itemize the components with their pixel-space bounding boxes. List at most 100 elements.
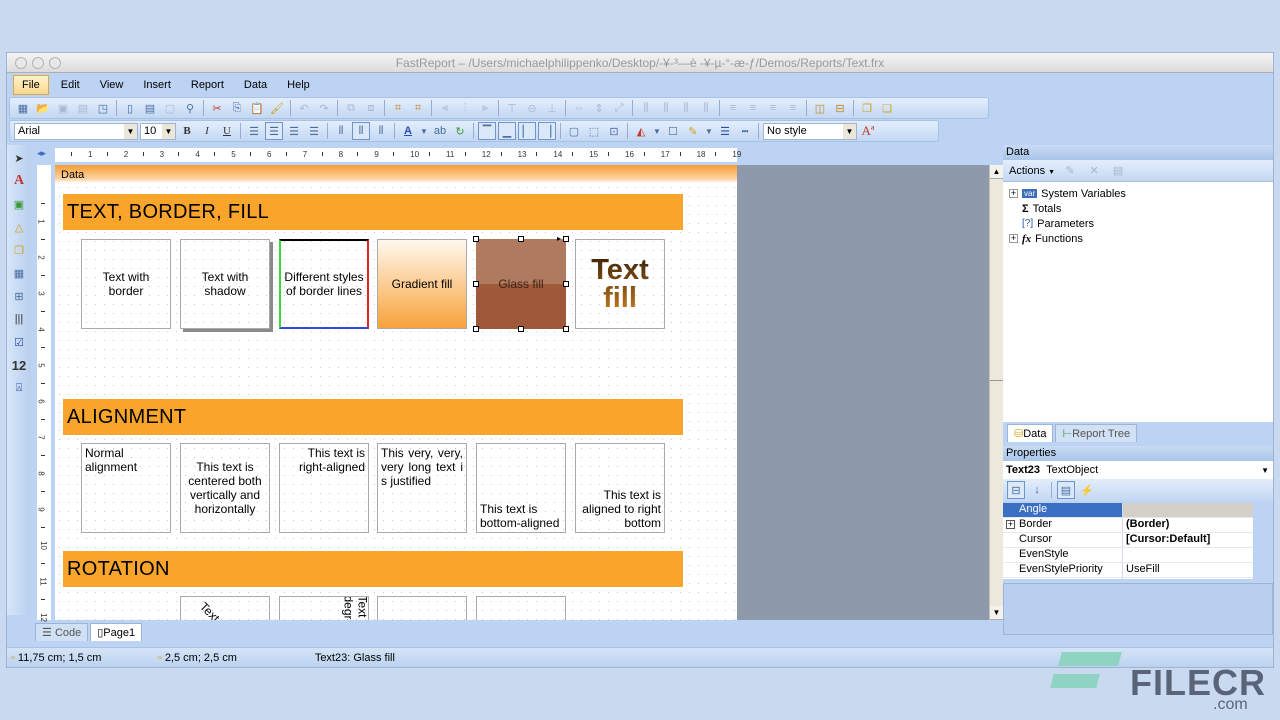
valign-center-icon[interactable]: ⦀ bbox=[352, 122, 370, 140]
right-bottom-alignment-box[interactable]: This text is aligned to right bottom bbox=[575, 443, 665, 533]
cut-icon[interactable]: ✂ bbox=[208, 99, 226, 117]
center-vertically-icon[interactable]: ⊟ bbox=[831, 99, 849, 117]
border-none-icon[interactable]: ⬚ bbox=[585, 122, 603, 140]
font-size-select[interactable]: 10 ▼ bbox=[140, 123, 176, 140]
property-row[interactable]: Angle bbox=[1003, 503, 1253, 518]
tab-data[interactable]: ⛁Data bbox=[1007, 424, 1053, 442]
table-object-icon[interactable]: ▦ bbox=[10, 264, 28, 282]
bold-button[interactable]: B bbox=[178, 122, 196, 140]
text-with-border-box[interactable]: Text with border bbox=[81, 239, 171, 329]
menu-edit[interactable]: Edit bbox=[53, 76, 88, 94]
normal-alignment-box[interactable]: Normal alignment bbox=[81, 443, 171, 533]
tab-page1[interactable]: ▯Page1 bbox=[90, 623, 142, 641]
menu-report[interactable]: Report bbox=[183, 76, 232, 94]
barcode-icon[interactable]: ||| bbox=[10, 310, 28, 328]
tree-node-system-variables[interactable]: + var System Variables bbox=[1009, 186, 1267, 201]
scroll-thumb[interactable] bbox=[990, 179, 1003, 381]
property-value[interactable] bbox=[1123, 503, 1253, 517]
border-editor-icon[interactable]: ⊡ bbox=[605, 122, 623, 140]
bring-to-front-icon[interactable]: ❐ bbox=[858, 99, 876, 117]
rotation-180-box[interactable]: Text rotation - 180 degrees bbox=[377, 596, 467, 620]
report-canvas[interactable]: Data TEXT, BORDER, FILL Text with border… bbox=[55, 165, 737, 620]
ruler-toggle-icon[interactable]: ◂▸ bbox=[37, 148, 46, 159]
gradient-fill-box[interactable]: Gradient fill bbox=[377, 239, 467, 329]
chevron-down-icon[interactable]: ▼ bbox=[652, 122, 662, 140]
section-header-rotation[interactable]: ROTATION bbox=[63, 551, 683, 587]
checkbox-object-icon[interactable]: ☑ bbox=[10, 333, 28, 351]
paste-icon[interactable]: 📋 bbox=[248, 99, 266, 117]
categorized-icon[interactable]: ⊟ bbox=[1007, 481, 1025, 499]
properties-icon[interactable]: ▤ bbox=[1057, 481, 1075, 499]
data-band-header[interactable]: Data bbox=[55, 165, 737, 183]
line-width-icon[interactable]: ☰ bbox=[716, 122, 734, 140]
text-align-right-icon[interactable]: ☰ bbox=[285, 122, 303, 140]
decrease-v-space-icon[interactable]: ≡ bbox=[764, 99, 782, 117]
scroll-down-icon[interactable]: ▼ bbox=[990, 606, 1003, 620]
tree-node-functions[interactable]: + fx Functions bbox=[1009, 231, 1267, 246]
menu-file[interactable]: File bbox=[13, 75, 49, 95]
edit-icon[interactable]: ✎ bbox=[1061, 162, 1079, 180]
property-row[interactable]: EvenStylePriorityUseFill bbox=[1003, 563, 1253, 578]
line-style-icon[interactable]: ┅ bbox=[736, 122, 754, 140]
property-row[interactable]: +FillGlass bbox=[1003, 578, 1253, 579]
bottom-alignment-box[interactable]: This text is bottom-aligned bbox=[476, 443, 566, 533]
section-header-alignment[interactable]: ALIGNMENT bbox=[63, 399, 683, 435]
zip-code-icon[interactable]: 12 bbox=[10, 356, 28, 374]
send-to-back-icon[interactable]: ❏ bbox=[878, 99, 896, 117]
justified-alignment-box[interactable]: This very, very, very long text is justi… bbox=[377, 443, 467, 533]
close-window-button[interactable] bbox=[15, 57, 27, 69]
property-value[interactable]: [Cursor:Default] bbox=[1123, 533, 1253, 547]
right-alignment-box[interactable]: This text is right-aligned bbox=[279, 443, 369, 533]
menu-help[interactable]: Help bbox=[279, 76, 318, 94]
property-row[interactable]: EvenStyle bbox=[1003, 548, 1253, 563]
pointer-icon[interactable]: ➤ bbox=[10, 149, 28, 167]
valign-bottom-icon[interactable]: ⦀ bbox=[372, 122, 390, 140]
glass-fill-box[interactable]: Glass fill bbox=[476, 239, 566, 329]
scroll-up-icon[interactable]: ▲ bbox=[990, 165, 1003, 179]
same-width-icon[interactable]: ⇔ bbox=[570, 99, 588, 117]
menu-data[interactable]: Data bbox=[236, 76, 275, 94]
space-horizontally-icon[interactable]: ⫼ bbox=[637, 99, 655, 117]
text-fill-box[interactable]: Text fill bbox=[575, 239, 665, 329]
rotation-90-box[interactable]: Text rotation - 90 degrees bbox=[279, 596, 369, 620]
fill-color-icon[interactable]: ◭ bbox=[632, 122, 650, 140]
group-icon[interactable]: ⧉ bbox=[342, 99, 360, 117]
border-bottom-icon[interactable]: ▁ bbox=[498, 122, 516, 140]
fit-to-grid-icon[interactable]: ⌗ bbox=[409, 99, 427, 117]
rotate-icon[interactable]: ↻ bbox=[451, 122, 469, 140]
border-styles-box[interactable]: Different styles of border lines bbox=[279, 239, 369, 329]
text-object-icon[interactable]: A bbox=[10, 172, 28, 190]
italic-button[interactable]: I bbox=[198, 122, 216, 140]
minimize-window-button[interactable] bbox=[32, 57, 44, 69]
font-color-icon[interactable]: A bbox=[399, 122, 417, 140]
property-value[interactable]: UseFill bbox=[1123, 563, 1253, 577]
expand-icon[interactable]: + bbox=[1006, 520, 1015, 529]
remove-v-space-icon[interactable]: ≡ bbox=[784, 99, 802, 117]
tree-node-parameters[interactable]: [?] Parameters bbox=[1009, 216, 1267, 231]
shape-object-icon[interactable]: △ bbox=[10, 218, 28, 236]
align-top-icon[interactable]: ⊤ bbox=[503, 99, 521, 117]
align-left-icon[interactable]: ⫷ bbox=[436, 99, 454, 117]
delete-page-icon[interactable]: ▢ bbox=[161, 99, 179, 117]
center-horizontally-icon[interactable]: ◫ bbox=[811, 99, 829, 117]
subreport-icon[interactable]: ❐ bbox=[10, 241, 28, 259]
style-editor-icon[interactable]: Aª bbox=[859, 122, 877, 140]
save-all-icon[interactable]: ▤ bbox=[74, 99, 92, 117]
expand-icon[interactable]: + bbox=[1009, 189, 1018, 198]
border-right-icon[interactable]: ▕ bbox=[538, 122, 556, 140]
align-right-icon[interactable]: ⫸ bbox=[476, 99, 494, 117]
new-dialog-icon[interactable]: ▤ bbox=[141, 99, 159, 117]
view-icon[interactable]: ▤ bbox=[1109, 162, 1127, 180]
property-value[interactable]: Glass bbox=[1123, 578, 1253, 579]
same-height-icon[interactable]: ⇕ bbox=[590, 99, 608, 117]
menu-insert[interactable]: Insert bbox=[135, 76, 179, 94]
remove-h-space-icon[interactable]: ⫼ bbox=[697, 99, 715, 117]
style-select[interactable]: No style ▼ bbox=[763, 123, 857, 140]
text-justify-icon[interactable]: ☰ bbox=[305, 122, 323, 140]
rotation-270-box[interactable]: Text rotation - 270 degrees bbox=[476, 596, 566, 620]
increase-h-space-icon[interactable]: ⫼ bbox=[657, 99, 675, 117]
picture-object-icon[interactable]: ▣ bbox=[10, 195, 28, 213]
matrix-object-icon[interactable]: ⊞ bbox=[10, 287, 28, 305]
same-size-icon[interactable]: ⤢ bbox=[610, 99, 628, 117]
increase-v-space-icon[interactable]: ≡ bbox=[744, 99, 762, 117]
